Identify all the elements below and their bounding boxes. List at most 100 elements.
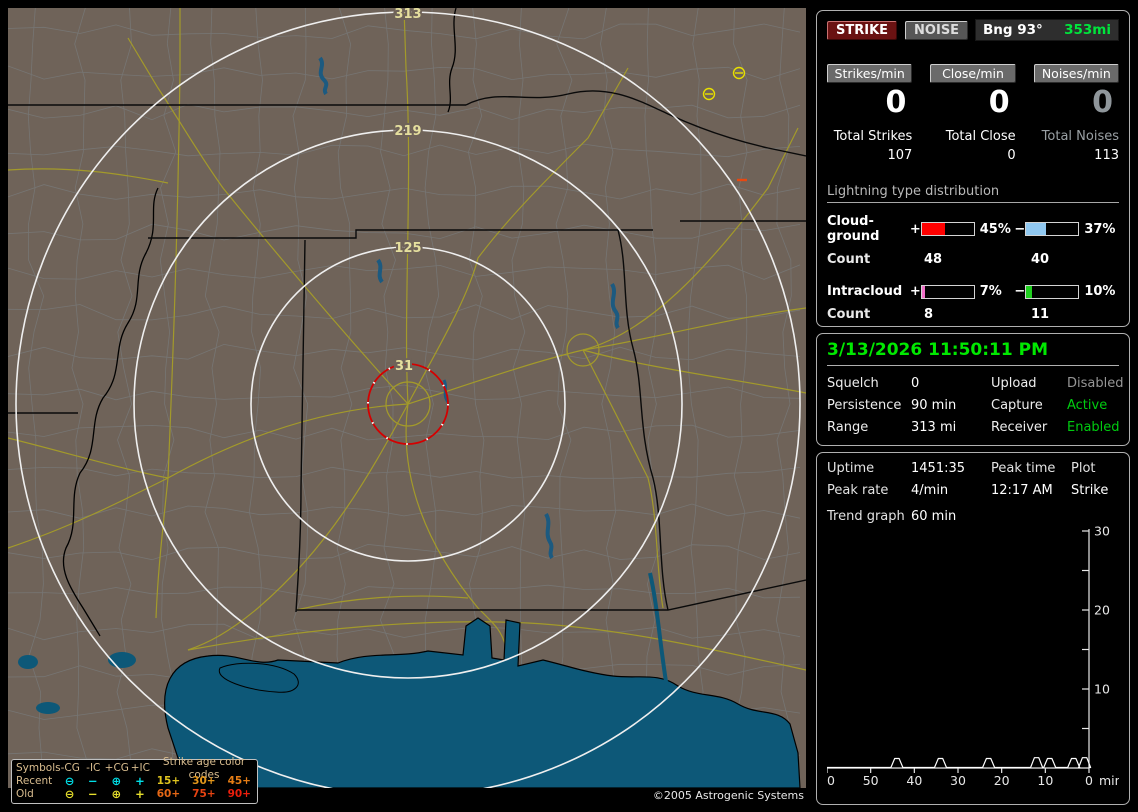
map-image: 313 219 125 31 [8,8,806,788]
neg-cg-bar-fill [1026,223,1046,235]
plus-sign: + [909,221,921,237]
count-label: Count [827,252,871,267]
peak-rate-value: 4/min [911,483,949,498]
pos-cg-count: 48 [924,252,943,267]
pos-ic-count: 8 [924,307,934,322]
age-code-15: 15+ [156,775,181,787]
svg-text:20: 20 [994,773,1010,788]
minus-sign: − [1014,284,1026,299]
minus-sign: − [1014,221,1026,237]
cloud-ground-label: Cloud-ground [827,214,880,244]
trend-window-value: 60 min [911,509,957,524]
age-code-75: 75+ [192,788,216,800]
squelch-value: 0 [911,376,920,391]
upload-status: Disabled [1067,376,1124,391]
strike-summary-panel: STRIKE NOISE Bng 93° 353mi Strikes/min C… [816,10,1130,327]
trend-graph: 10 20 30 60 50 40 30 20 10 0 min [827,526,1119,788]
intracloud-row: Intracloud + 7% − 10% [827,284,1119,299]
count-label: Count [827,307,871,322]
svg-text:20: 20 [1094,603,1110,618]
legend-symbols-header: Symbols [16,762,61,774]
pos-ic-bar-fill [921,285,926,298]
pos-ic-percent: 7% [979,284,1002,299]
persistence-value: 90 min [911,398,957,413]
noises-per-min-value: 0 [1092,85,1113,120]
age-code-45: 45+ [227,775,251,787]
intracloud-count-row: Count 8 11 [827,307,1119,322]
ring-label-31: 31 [395,359,413,374]
uptime-label: Uptime [827,461,875,476]
copyright-text: ©2005 Astrogenic Systems [652,789,804,802]
map-canvas[interactable]: 313 219 125 31 Symbols -CG -IC +CG +IC S… [8,8,806,804]
total-strikes-label: Total Strikes [833,129,913,144]
app-root: { "map": { "ring_labels": {"r1": "31", "… [0,0,1138,812]
total-noises-value: 113 [1094,148,1119,163]
svg-text:30: 30 [1094,526,1110,539]
uptime-value: 1451:35 [911,461,966,476]
age-code-90: 90+ [227,788,251,800]
noise-mode-button[interactable]: NOISE [905,20,969,40]
receiver-status: Enabled [1067,420,1120,435]
plus-sign: + [909,284,921,299]
cloud-ground-count-row: Count 48 40 [827,252,1119,267]
total-noises-label: Total Noises [1041,129,1119,144]
neg-cg-bar [1025,222,1080,236]
range-value: 313 mi [911,420,957,435]
pos-ic-bar [920,284,975,299]
ring-label-219: 219 [394,124,421,139]
old-neg-ic-icon: − [87,787,98,801]
pos-cg-percent: 45% [979,221,1011,237]
close-per-min-button[interactable]: Close/min [930,64,1016,83]
intracloud-label: Intracloud [827,284,903,299]
pos-cg-bar [920,222,975,236]
noises-per-min-button[interactable]: Noises/min [1033,64,1119,83]
pos-cg-bar-fill [921,223,946,235]
capture-status: Active [1067,398,1108,413]
bearing-label: Bng 93° [983,22,1043,38]
peak-time-value: 12:17 AM [991,483,1053,498]
strikes-per-min-value: 0 [885,85,907,120]
symbols-legend: Symbols -CG -IC +CG +IC Strike age color… [11,756,258,804]
neg-cg-percent: 37% [1084,221,1116,237]
old-pos-ic-icon: + [135,787,145,801]
trend-graph-label: Trend graph [827,509,905,524]
neg-ic-bar [1025,284,1080,299]
plot-value: Strike [1071,483,1109,498]
bearing-range: 353mi [1064,22,1111,38]
total-close-label: Total Close [945,129,1016,144]
ring-label-125: 125 [394,241,421,256]
upload-label: Upload [991,376,1037,391]
svg-text:40: 40 [906,773,922,788]
total-strikes-value: 107 [887,148,913,163]
svg-text:30: 30 [950,773,966,788]
svg-text:10: 10 [1037,773,1053,788]
stats-panel: Uptime 1451:35 Peak time Plot Peak rate … [816,452,1130,805]
strikes-per-min-button[interactable]: Strikes/min [827,64,913,83]
peak-rate-label: Peak rate [827,483,889,498]
strike-mode-button[interactable]: STRIKE [827,20,898,40]
svg-text:60: 60 [827,773,835,788]
plot-label: Plot [1071,461,1096,476]
ring-label-313: 313 [394,8,421,22]
close-per-min-value: 0 [988,85,1010,120]
cloud-ground-row: Cloud-ground + 45% − 37% [827,214,1119,244]
status-panel: 3/13/2026 11:50:11 PM Squelch 0 Upload D… [816,333,1130,446]
svg-text:0: 0 [1085,773,1093,788]
total-close-value: 0 [1007,148,1016,163]
datetime-display: 3/13/2026 11:50:11 PM [827,340,1119,366]
svg-text:10: 10 [1094,682,1110,697]
range-label: Range [827,420,869,435]
persistence-label: Persistence [827,398,902,413]
legend-row-old: Old [16,788,34,800]
receiver-label: Receiver [991,420,1048,435]
svg-text:min: min [1099,773,1119,788]
squelch-label: Squelch [827,376,879,391]
old-neg-cg-icon: ⊖ [64,787,75,801]
neg-cg-count: 40 [1031,252,1050,267]
age-code-60: 60+ [156,788,181,800]
bearing-display: Bng 93° 353mi [975,19,1119,41]
age-code-30: 30+ [192,775,216,787]
peak-time-label: Peak time [991,461,1056,476]
neg-ic-count: 11 [1031,307,1050,322]
distribution-title: Lightning type distribution [827,184,1119,203]
